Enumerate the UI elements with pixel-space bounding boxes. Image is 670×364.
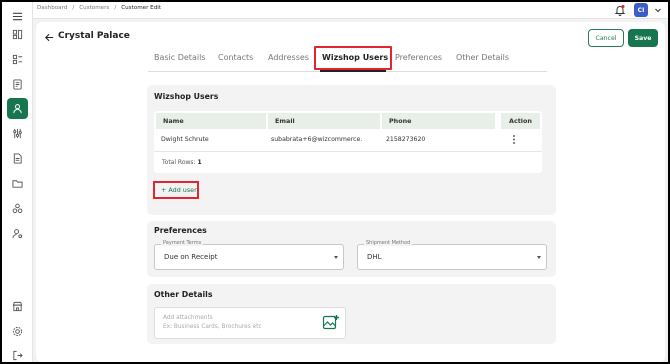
preferences-title: Preferences: [154, 226, 207, 235]
wizshop-users-card: Wizshop Users Name Email Phone Action Dw…: [147, 85, 556, 215]
breadcrumb-separator: /: [114, 5, 117, 11]
folder-icon[interactable]: [7, 173, 28, 194]
column-header-name: Name: [156, 113, 266, 129]
total-rows-label: Total Rows:: [162, 159, 196, 166]
total-rows: Total Rows: 1: [162, 159, 202, 166]
add-user-button[interactable]: + Add user: [161, 186, 197, 194]
tab-preferences[interactable]: Preferences: [395, 53, 442, 62]
logout-icon[interactable]: [7, 345, 28, 364]
integrations-icon[interactable]: [7, 198, 28, 219]
payment-terms-select[interactable]: Payment Terms Due on Receipt: [154, 240, 344, 270]
tab-addresses[interactable]: Addresses: [268, 53, 309, 62]
tab-other-details[interactable]: Other Details: [456, 53, 509, 62]
breadcrumb: Dashboard / Customers / Customer Edit: [37, 5, 161, 11]
wizshop-users-title: Wizshop Users: [154, 92, 219, 101]
cell-email: subabrata+6@wizcommerce.: [271, 136, 363, 143]
shipment-method-label: Shipment Method: [364, 240, 413, 246]
tab-contacts[interactable]: Contacts: [218, 53, 253, 62]
payment-terms-value: Due on Receipt: [164, 253, 218, 261]
top-bar: Dashboard / Customers / Customer Edit CI: [33, 2, 668, 19]
other-details-card: Other Details Add attachments Ex: Busine…: [147, 284, 556, 344]
active-tab-indicator: [320, 70, 386, 72]
attachments-title: Add attachments: [163, 315, 213, 321]
orders-icon[interactable]: [7, 74, 28, 95]
customers-icon[interactable]: [7, 98, 28, 119]
column-header-email: Email: [268, 113, 380, 129]
user-settings-icon[interactable]: [7, 223, 28, 244]
cell-name: Dwight Schrute: [161, 136, 209, 143]
row-divider: [154, 151, 542, 152]
total-rows-value: 1: [197, 159, 202, 166]
store-icon[interactable]: [7, 296, 28, 317]
preferences-card: Preferences Payment Terms Due on Receipt…: [147, 221, 556, 277]
column-header-phone: Phone: [382, 113, 495, 129]
chevron-down-icon[interactable]: [654, 6, 662, 14]
back-arrow-icon[interactable]: [44, 32, 55, 43]
caret-down-icon: [334, 256, 338, 259]
attachments-dropzone[interactable]: Add attachments Ex: Business Cards, Broc…: [154, 307, 346, 339]
user-avatar[interactable]: CI: [634, 3, 648, 17]
add-user-highlight-box: + Add user: [153, 181, 199, 199]
tab-highlight-box: [314, 46, 392, 70]
attachments-hint: Ex: Business Cards, Brochures etc: [163, 324, 262, 330]
cancel-button[interactable]: Cancel: [588, 29, 624, 47]
kebab-menu-icon[interactable]: [511, 134, 517, 145]
save-button[interactable]: Save: [628, 29, 658, 47]
add-image-icon[interactable]: [322, 314, 340, 332]
breadcrumb-current: Customer Edit: [121, 5, 162, 11]
tab-bar: Basic Details Contacts Addresses Wizshop…: [148, 46, 547, 72]
breadcrumb-separator: /: [72, 5, 75, 11]
shipment-method-select[interactable]: Shipment Method DHL: [357, 240, 547, 270]
column-header-action: Action: [501, 113, 540, 129]
caret-down-icon: [537, 256, 541, 259]
settings-sliders-icon[interactable]: [7, 123, 28, 144]
page-title: Crystal Palace: [58, 31, 130, 41]
tab-basic-details[interactable]: Basic Details: [154, 53, 205, 62]
catalog-icon[interactable]: [7, 49, 28, 70]
cell-phone: 2158273620: [386, 136, 426, 143]
other-details-title: Other Details: [154, 290, 213, 299]
breadcrumb-dashboard[interactable]: Dashboard: [37, 5, 67, 11]
documents-icon[interactable]: [7, 148, 28, 169]
payment-terms-label: Payment Terms: [161, 240, 204, 246]
breadcrumb-customers[interactable]: Customers: [79, 5, 109, 11]
sidebar: [2, 2, 33, 362]
users-table: Name Email Phone Action Dwight Schrute s…: [154, 111, 542, 173]
main-panel: Crystal Palace Cancel Save Basic Details…: [36, 22, 665, 362]
bell-icon[interactable]: [614, 4, 626, 16]
gear-icon[interactable]: [7, 321, 28, 342]
dashboard-icon[interactable]: [7, 24, 28, 45]
shipment-method-value: DHL: [367, 253, 382, 261]
